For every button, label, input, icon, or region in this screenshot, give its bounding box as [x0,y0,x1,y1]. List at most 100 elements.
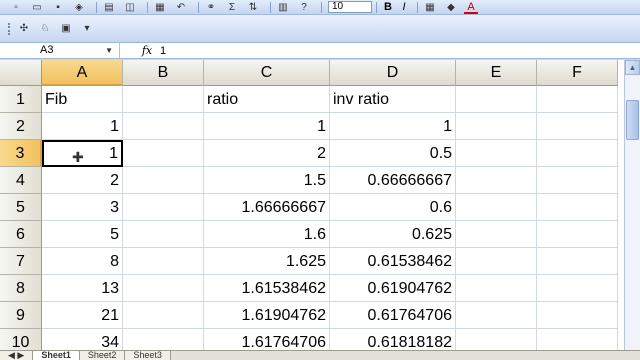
cell-b6[interactable] [123,221,204,248]
row-header[interactable]: 9 [0,302,42,329]
cell-c5[interactable]: 1.66666667 [204,194,330,221]
cell-b2[interactable] [123,113,204,140]
column-header-a[interactable]: A [42,60,123,86]
cell-a10[interactable]: 34 [42,329,123,350]
cell-f10[interactable] [537,329,618,350]
cell-c7[interactable]: 1.625 [204,248,330,275]
cell-e8[interactable] [456,275,537,302]
print-icon[interactable]: ▤ [101,1,117,14]
open-icon[interactable]: ▭ [29,1,45,14]
worksheet-grid[interactable]: A B C D E F 1 Fib ratio inv ratio 2 1 1 … [0,60,640,350]
cell-d10[interactable]: 0.61818182 [330,329,456,350]
tab-nav-icon[interactable]: ◀ ▶ [0,351,34,360]
insert-function-button[interactable]: fx [120,44,156,57]
track-changes-icon[interactable]: ✣ [16,22,32,35]
cell-b5[interactable] [123,194,204,221]
paste-icon[interactable]: ▦ [152,1,168,14]
cell-b1[interactable] [123,86,204,113]
cell-e6[interactable] [456,221,537,248]
cell-a8[interactable]: 13 [42,275,123,302]
column-header-b[interactable]: B [123,60,204,86]
row-header[interactable]: 10 [0,329,42,350]
undo-icon[interactable]: ↶ [173,1,189,14]
sort-icon[interactable]: ⇅ [245,1,261,14]
cell-a3-active[interactable]: ✚ 1 [42,140,123,167]
help-icon[interactable]: ? [296,1,312,14]
cell-e3[interactable] [456,140,537,167]
tab-sheet1[interactable]: Sheet1 [33,351,80,360]
cell-f7[interactable] [537,248,618,275]
cell-a4[interactable]: 2 [42,167,123,194]
italic-button[interactable]: I [397,1,411,14]
cell-e7[interactable] [456,248,537,275]
select-all-corner[interactable] [0,60,42,86]
cell-f1[interactable] [537,86,618,113]
column-header-c[interactable]: C [204,60,330,86]
chart-icon[interactable]: ▥ [275,1,291,14]
column-header-f[interactable]: F [537,60,618,86]
tab-sheet2[interactable]: Sheet2 [79,351,126,360]
cell-f5[interactable] [537,194,618,221]
cell-d3[interactable]: 0.5 [330,140,456,167]
tab-sheet3[interactable]: Sheet3 [125,351,171,360]
cell-c4[interactable]: 1.5 [204,167,330,194]
cell-e5[interactable] [456,194,537,221]
cell-b8[interactable] [123,275,204,302]
cell-f4[interactable] [537,167,618,194]
cell-d6[interactable]: 0.625 [330,221,456,248]
cell-a5[interactable]: 3 [42,194,123,221]
cell-f6[interactable] [537,221,618,248]
chevron-down-icon[interactable]: ▼ [105,43,113,58]
comment-icon[interactable]: ▣ [58,22,74,35]
column-header-e[interactable]: E [456,60,537,86]
borders-icon[interactable]: ▦ [422,1,438,14]
row-header[interactable]: 8 [0,275,42,302]
row-header[interactable]: 5 [0,194,42,221]
column-header-d[interactable]: D [330,60,456,86]
bold-button[interactable]: B [381,1,395,14]
cell-d1[interactable]: inv ratio [330,86,456,113]
fill-color-icon[interactable]: ◆ [443,1,459,14]
cell-a9[interactable]: 21 [42,302,123,329]
cell-d4[interactable]: 0.66666667 [330,167,456,194]
cell-e4[interactable] [456,167,537,194]
cell-b3[interactable] [123,140,204,167]
cell-c1[interactable]: ratio [204,86,330,113]
cell-a1[interactable]: Fib [42,86,123,113]
cell-d9[interactable]: 0.61764706 [330,302,456,329]
toolbar-grip[interactable] [8,22,12,35]
font-color-button[interactable]: A [464,1,478,14]
cell-c2[interactable]: 1 [204,113,330,140]
name-box[interactable]: A3 ▼ [0,43,120,58]
cell-c10[interactable]: 1.61764706 [204,329,330,350]
cell-d7[interactable]: 0.61538462 [330,248,456,275]
cell-c3[interactable]: 2 [204,140,330,167]
hyperlink-icon[interactable]: ⚭ [203,1,219,14]
row-header[interactable]: 4 [0,167,42,194]
cell-d8[interactable]: 0.61904762 [330,275,456,302]
row-header[interactable]: 6 [0,221,42,248]
print-preview-icon[interactable]: ◫ [122,1,138,14]
cell-e9[interactable] [456,302,537,329]
cell-b4[interactable] [123,167,204,194]
row-header[interactable]: 2 [0,113,42,140]
row-header[interactable]: 7 [0,248,42,275]
cell-f3[interactable] [537,140,618,167]
cell-e1[interactable] [456,86,537,113]
cell-b10[interactable] [123,329,204,350]
reviewer-icon[interactable]: ♘ [37,22,53,35]
cell-a2[interactable]: 1 [42,113,123,140]
font-size-select[interactable]: 10 [328,1,372,13]
scroll-thumb[interactable] [626,100,639,140]
scroll-up-icon[interactable]: ▲ [625,60,640,75]
row-header[interactable]: 3 [0,140,42,167]
cell-f9[interactable] [537,302,618,329]
toolbar-options-icon[interactable]: ▾ [79,22,95,35]
cell-c6[interactable]: 1.6 [204,221,330,248]
cell-d5[interactable]: 0.6 [330,194,456,221]
cell-b7[interactable] [123,248,204,275]
cell-a6[interactable]: 5 [42,221,123,248]
cell-f8[interactable] [537,275,618,302]
formula-input[interactable]: 1 [156,45,166,57]
cell-b9[interactable] [123,302,204,329]
